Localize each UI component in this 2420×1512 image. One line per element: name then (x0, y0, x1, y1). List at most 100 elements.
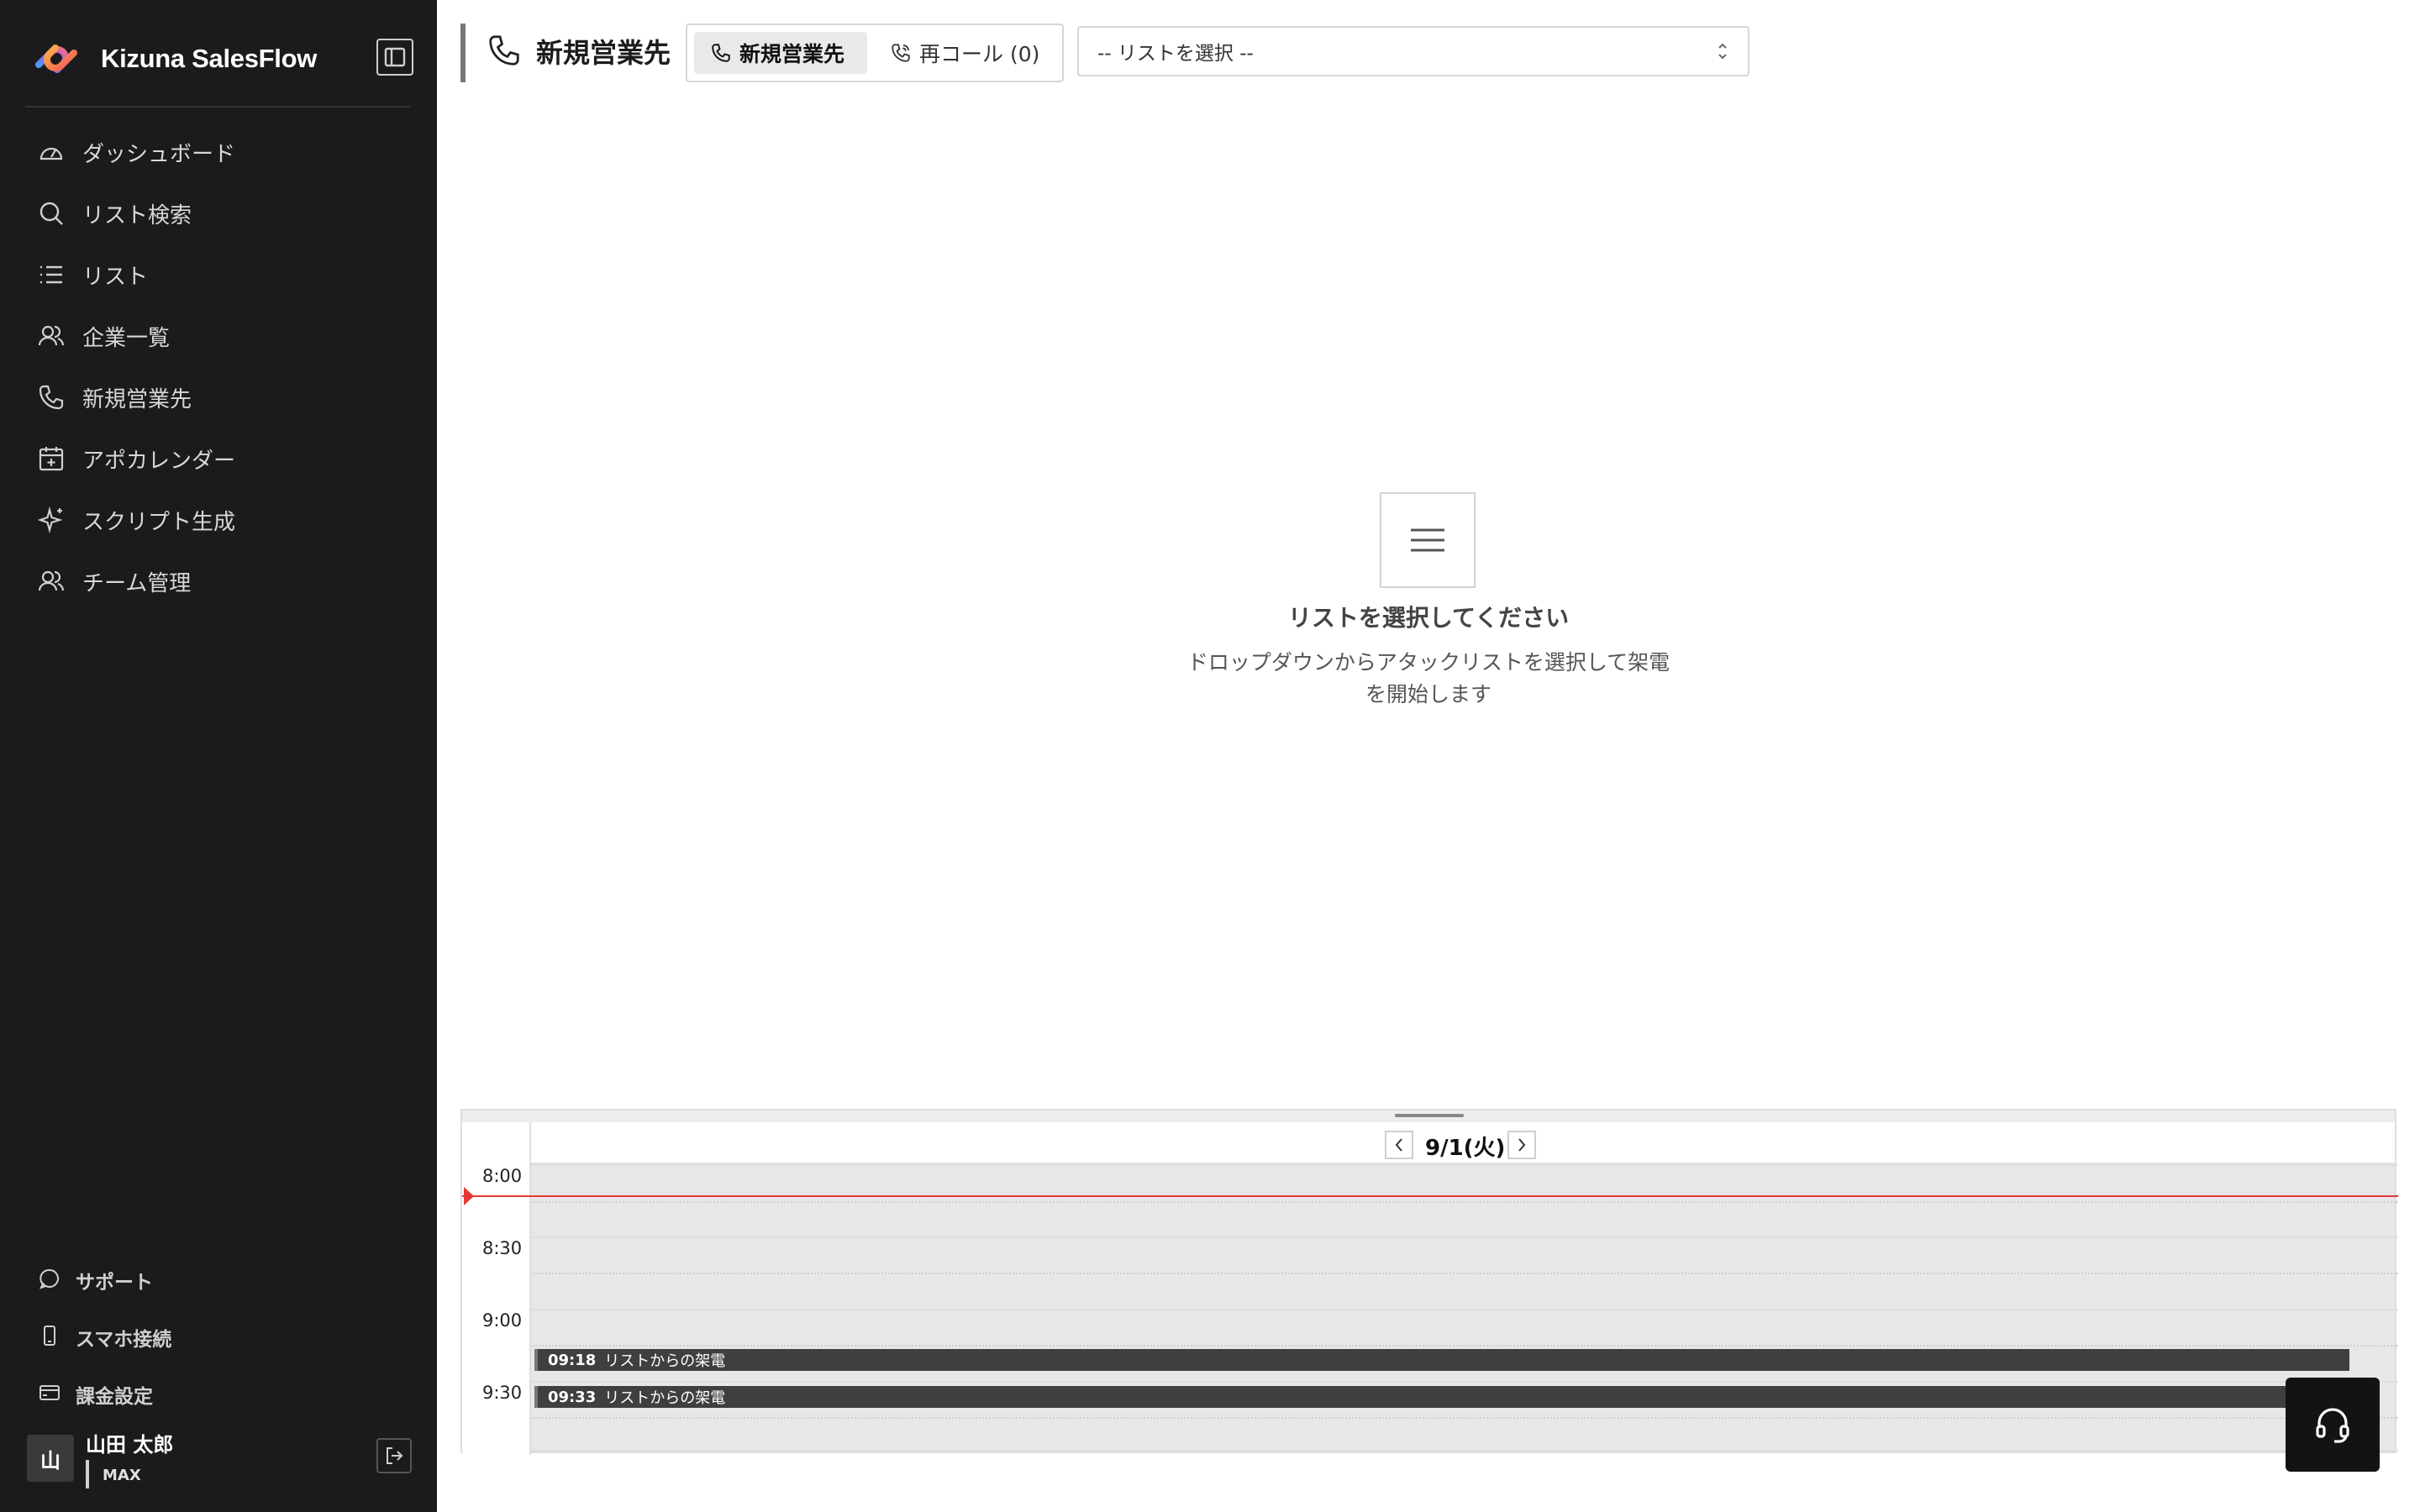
grid-line (462, 1309, 2398, 1310)
sidebar-item-label: リスト検索 (82, 202, 192, 228)
event-time: 09:18 (548, 1351, 597, 1369)
brand-logo-icon (35, 45, 77, 73)
logout-button[interactable] (376, 1438, 412, 1473)
plan-badge: MAX (103, 1467, 141, 1484)
search-icon (37, 199, 66, 228)
page-title: 新規営業先 (536, 37, 671, 69)
sidebar-item-list[interactable]: リスト (25, 244, 412, 305)
sidebar-toggle-button[interactable] (376, 39, 413, 76)
sidebar-item-dashboard[interactable]: ダッシュボード (25, 122, 412, 182)
logout-icon (387, 1447, 403, 1464)
plan-indicator (86, 1460, 89, 1488)
day-calendar-panel: 9/1(火) 8:00 8:30 9:00 9:30 09:18 リストからの架… (460, 1109, 2398, 1455)
sidebar-item-label: サポート (76, 1272, 153, 1294)
grid-line (462, 1164, 2398, 1166)
menu-lines-icon (1411, 528, 1444, 552)
sidebar-item-team-management[interactable]: チーム管理 (25, 551, 412, 612)
phone-icon (487, 34, 521, 71)
gauge-icon (37, 138, 66, 166)
sidebar-item-support[interactable]: サポート (25, 1252, 412, 1309)
sidebar-item-label: スクリプト生成 (82, 509, 236, 535)
sidebar-item-smartphone-connect[interactable]: スマホ接続 (25, 1309, 412, 1366)
empty-state-title: リストを選択してください (1287, 604, 1570, 632)
sparkle-icon (37, 506, 66, 534)
sidebar-panel-icon (384, 47, 406, 67)
sidebar-item-label: アポカレンダー (82, 448, 236, 474)
sidebar-item-companies[interactable]: 企業一覧 (25, 306, 412, 366)
empty-state-description-line: ドロップダウンからアタックリストを選択して架電 (1186, 650, 1670, 675)
users-icon (37, 322, 66, 350)
sidebar-item-label: 課金設定 (76, 1386, 153, 1408)
grid-line (462, 1381, 2398, 1383)
time-label: 8:30 (482, 1238, 523, 1258)
sidebar-item-script-generation[interactable]: スクリプト生成 (25, 490, 412, 550)
sidebar-item-new-prospects[interactable]: 新規営業先 (25, 367, 412, 428)
grid-line-half (462, 1201, 2398, 1203)
calendar-header: 9/1(火) (462, 1122, 2395, 1164)
sidebar-bottom-nav: サポート スマホ接続 課金設定 (25, 1252, 412, 1423)
sidebar-divider (25, 106, 410, 108)
team-icon (37, 567, 66, 596)
event-time: 09:33 (548, 1388, 597, 1406)
header-accent-bar (460, 24, 466, 82)
grid-line-half (462, 1417, 2398, 1419)
sidebar-nav: ダッシュボード リスト検索 リスト 企業一覧 新規営業先 アポカレンダー スクリ… (25, 122, 412, 612)
phone-icon (37, 383, 66, 412)
grid-line-half (462, 1273, 2398, 1274)
calendar-event[interactable]: 09:33 リストからの架電 (534, 1386, 2349, 1408)
chevron-updown-icon (1716, 39, 1729, 68)
empty-state-description: ドロップダウンからアタックリストを選択して架電 を開始します (1092, 647, 1765, 711)
calendar-date: 9/1(火) (1425, 1136, 1506, 1161)
sidebar-item-label: リスト (82, 264, 149, 290)
sidebar-item-label: 企業一覧 (82, 325, 171, 351)
resize-handle[interactable] (1395, 1114, 1464, 1117)
user-profile: 山 山田 太郎 MAX (27, 1428, 412, 1495)
time-label: 9:30 (482, 1383, 523, 1403)
prev-day-button[interactable] (1385, 1131, 1413, 1159)
sidebar-item-label: 新規営業先 (82, 386, 192, 412)
avatar[interactable]: 山 (27, 1435, 74, 1482)
calendar-plus-icon (37, 444, 66, 473)
chevron-left-icon (1395, 1138, 1402, 1152)
support-chat-button[interactable] (2286, 1378, 2380, 1472)
time-label: 8:00 (482, 1166, 523, 1186)
sidebar-item-label: スマホ接続 (76, 1329, 172, 1351)
time-label: 9:00 (482, 1310, 523, 1331)
phone-icon (711, 43, 731, 63)
credit-card-icon (39, 1382, 60, 1407)
next-day-button[interactable] (1507, 1131, 1536, 1159)
grid-line-half (462, 1345, 2398, 1347)
tab-recall[interactable]: 再コール (0) (874, 32, 1059, 74)
tab-label: 再コール (0) (919, 42, 1040, 66)
sidebar-item-appointment-calendar[interactable]: アポカレンダー (25, 428, 412, 489)
sidebar: Kizuna SalesFlow ダッシュボード リスト検索 リスト 企業一覧 … (0, 0, 437, 1512)
sidebar-item-billing[interactable]: 課金設定 (25, 1366, 412, 1423)
sidebar-item-label: チーム管理 (82, 570, 192, 596)
tab-label: 新規営業先 (739, 42, 845, 66)
sidebar-item-label: ダッシュボード (82, 141, 236, 167)
headset-icon (2316, 1408, 2349, 1443)
chevron-right-icon (1518, 1138, 1526, 1152)
current-time-line (462, 1195, 2398, 1197)
phone-callback-icon (891, 43, 911, 63)
list-icon (37, 260, 66, 289)
tab-group: 新規営業先 再コール (0) (686, 24, 1064, 82)
event-title: リストからの架電 (604, 1352, 726, 1370)
select-value: -- リストを選択 -- (1097, 43, 1254, 65)
smartphone-icon (39, 1325, 60, 1350)
user-name: 山田 太郎 (86, 1433, 174, 1457)
current-time-marker (464, 1187, 474, 1205)
event-title: リストからの架電 (604, 1389, 726, 1407)
sidebar-item-list-search[interactable]: リスト検索 (25, 183, 412, 244)
brand[interactable]: Kizuna SalesFlow (27, 30, 413, 87)
brand-name: Kizuna SalesFlow (101, 44, 318, 73)
chat-icon (39, 1268, 60, 1293)
grid-line (462, 1236, 2398, 1238)
tab-new-prospects[interactable]: 新規営業先 (694, 32, 867, 74)
list-select-dropdown[interactable]: -- リストを選択 -- (1077, 26, 1749, 76)
empty-state-description-line: を開始します (1365, 682, 1491, 706)
resize-handle-row[interactable] (462, 1110, 2395, 1122)
empty-state-icon-box (1380, 492, 1476, 588)
grid-line (462, 1450, 2398, 1452)
calendar-event[interactable]: 09:18 リストからの架電 (534, 1349, 2349, 1371)
